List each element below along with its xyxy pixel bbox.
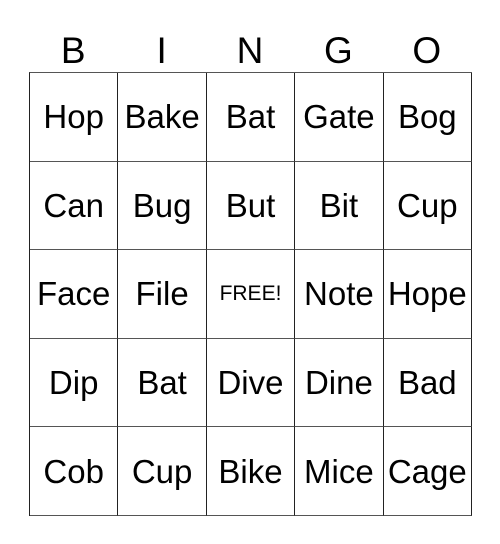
bingo-cell-label: Bad — [397, 364, 457, 402]
bingo-cell[interactable]: Bike — [206, 427, 296, 516]
bingo-cell-label: Bake — [124, 98, 200, 136]
bingo-cell-label: Hop — [43, 98, 104, 136]
bingo-grid: Hop Bake Bat Gate Bog Can Bug But Bit Cu… — [29, 72, 472, 516]
bingo-cell-label: Dip — [48, 364, 99, 402]
bingo-card: B I N G O Hop Bake Bat Gate Bog Can Bug … — [29, 20, 472, 516]
bingo-cell[interactable]: Bake — [118, 73, 207, 162]
bingo-header-letter-i: I — [156, 30, 167, 71]
bingo-cell-label: Bat — [225, 98, 276, 136]
bingo-header-letter-n: N — [236, 30, 264, 71]
bingo-cell[interactable]: Face — [30, 250, 119, 339]
bingo-cell[interactable]: Dip — [30, 338, 119, 428]
bingo-cell[interactable]: Dive — [206, 338, 296, 428]
bingo-cell[interactable]: Can — [30, 161, 119, 251]
bingo-cell[interactable]: Cob — [30, 427, 119, 516]
bingo-cell[interactable]: Cup — [383, 161, 472, 251]
bingo-cell[interactable]: Cage — [383, 427, 472, 516]
bingo-cell-label: Note — [304, 275, 374, 313]
bingo-cell[interactable]: Hop — [30, 73, 119, 162]
bingo-cell-label: Bat — [137, 364, 187, 402]
bingo-header-letter-b: B — [60, 30, 86, 71]
bingo-cell[interactable]: Bug — [118, 161, 207, 251]
bingo-cell-label: Bike — [218, 452, 283, 490]
bingo-cell[interactable]: Hope — [383, 250, 472, 339]
bingo-cell[interactable]: Bat — [206, 73, 296, 162]
bingo-cell-label: But — [225, 186, 276, 224]
bingo-cell[interactable]: Bad — [383, 338, 472, 428]
bingo-cell-label: File — [135, 275, 189, 313]
bingo-cell[interactable]: Mice — [295, 427, 384, 516]
bingo-cell-label: Cup — [397, 186, 458, 224]
bingo-cell-label: Bit — [319, 186, 359, 224]
bingo-cell-label: Cup — [131, 452, 193, 490]
bingo-cell[interactable]: Gate — [295, 73, 384, 162]
bingo-cell[interactable]: Note — [295, 250, 384, 339]
bingo-cell[interactable]: But — [206, 161, 296, 251]
bingo-cell[interactable]: Dine — [295, 338, 384, 428]
bingo-cell[interactable]: Bit — [295, 161, 384, 251]
bingo-cell-label: Mice — [304, 452, 374, 490]
bingo-cell-label: Dine — [304, 364, 373, 402]
bingo-header-row: B I N G O — [29, 20, 471, 72]
bingo-header-letter-o: O — [412, 30, 442, 71]
bingo-free-space-label: FREE! — [219, 282, 282, 306]
bingo-header-letter-g: G — [324, 30, 353, 71]
bingo-cell-label: Cage — [387, 452, 467, 490]
bingo-free-space-cell[interactable]: FREE! — [206, 250, 296, 339]
bingo-cell-label: Can — [43, 186, 104, 224]
bingo-cell-label: Gate — [303, 98, 375, 136]
bingo-cell-label: Bog — [397, 98, 457, 136]
bingo-cell-label: Cob — [43, 452, 104, 490]
bingo-cell[interactable]: Cup — [118, 427, 207, 516]
bingo-cell-label: Face — [37, 275, 111, 313]
bingo-cell-label: Bug — [132, 186, 192, 224]
bingo-cell[interactable]: Bat — [118, 338, 207, 428]
bingo-cell[interactable]: File — [118, 250, 207, 339]
bingo-cell[interactable]: Bog — [383, 73, 472, 162]
bingo-cell-label: Hope — [387, 275, 467, 313]
bingo-cell-label: Dive — [217, 364, 284, 402]
